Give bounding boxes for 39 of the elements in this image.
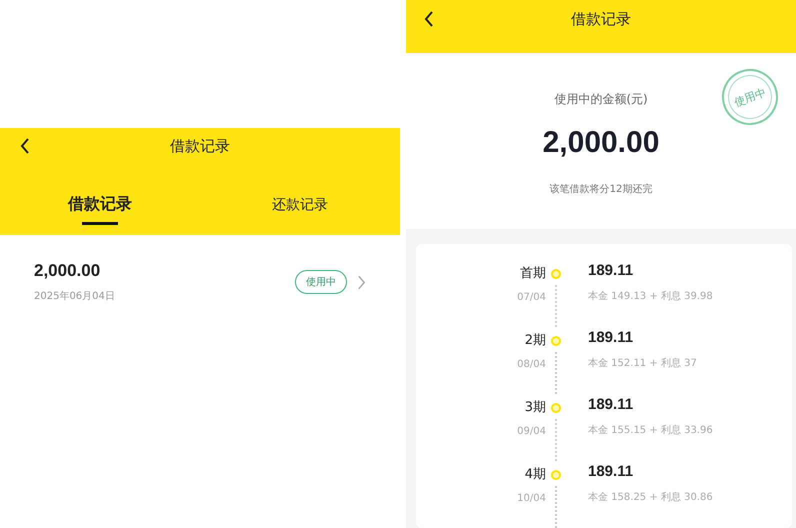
- installment-note: 该笔借款将分12期还完: [550, 182, 652, 196]
- back-icon: [424, 11, 434, 27]
- due-date: 07/04: [517, 292, 546, 303]
- amount-in-use: 2,000.00: [542, 126, 660, 160]
- period-label: 3期: [524, 399, 546, 416]
- period-label: 4期: [524, 466, 546, 483]
- installment-breakdown: 本金 158.25 + 利息 30.86: [588, 490, 713, 504]
- timeline-dot: [551, 470, 561, 480]
- timeline-dot: [551, 403, 561, 413]
- period-label: 2期: [524, 332, 546, 349]
- stamp-label: 使用中: [732, 84, 768, 110]
- installment-breakdown: 本金 149.13 + 利息 39.98: [588, 290, 713, 303]
- timeline-line: [555, 418, 557, 461]
- installment-amount: 189.11: [588, 396, 634, 413]
- due-date: 10/04: [517, 493, 546, 504]
- loan-date: 2025年06月04日: [34, 290, 116, 303]
- installment-breakdown: 本金 155.15 + 利息 33.96: [588, 424, 713, 437]
- installment-amount: 189.11: [588, 262, 634, 279]
- back-icon: [20, 138, 30, 154]
- due-date: 08/04: [517, 359, 546, 370]
- screen-title: 借款记录: [170, 136, 230, 156]
- tab[interactable]: 还款记录: [200, 186, 400, 225]
- timeline-line: [555, 486, 557, 528]
- timeline-dot: [551, 336, 561, 346]
- period-label: 首期: [520, 265, 546, 282]
- screen-title: 借款记录: [571, 10, 631, 28]
- timeline-dot: [551, 269, 561, 279]
- loan-amount: 2,000.00: [34, 261, 102, 281]
- installment-breakdown: 本金 152.11 + 利息 37: [588, 356, 697, 370]
- installment-amount: 189.11: [588, 463, 634, 480]
- status-badge: 使用中: [295, 270, 347, 294]
- timeline-line: [555, 284, 557, 327]
- amount-label: 使用中的金额(元): [554, 90, 648, 108]
- back-button[interactable]: [20, 138, 30, 154]
- timeline-line: [555, 352, 557, 394]
- tab[interactable]: 借款记录: [0, 186, 200, 225]
- back-button[interactable]: [424, 11, 434, 27]
- installment-amount: 189.11: [588, 329, 634, 346]
- due-date: 09/04: [517, 426, 546, 437]
